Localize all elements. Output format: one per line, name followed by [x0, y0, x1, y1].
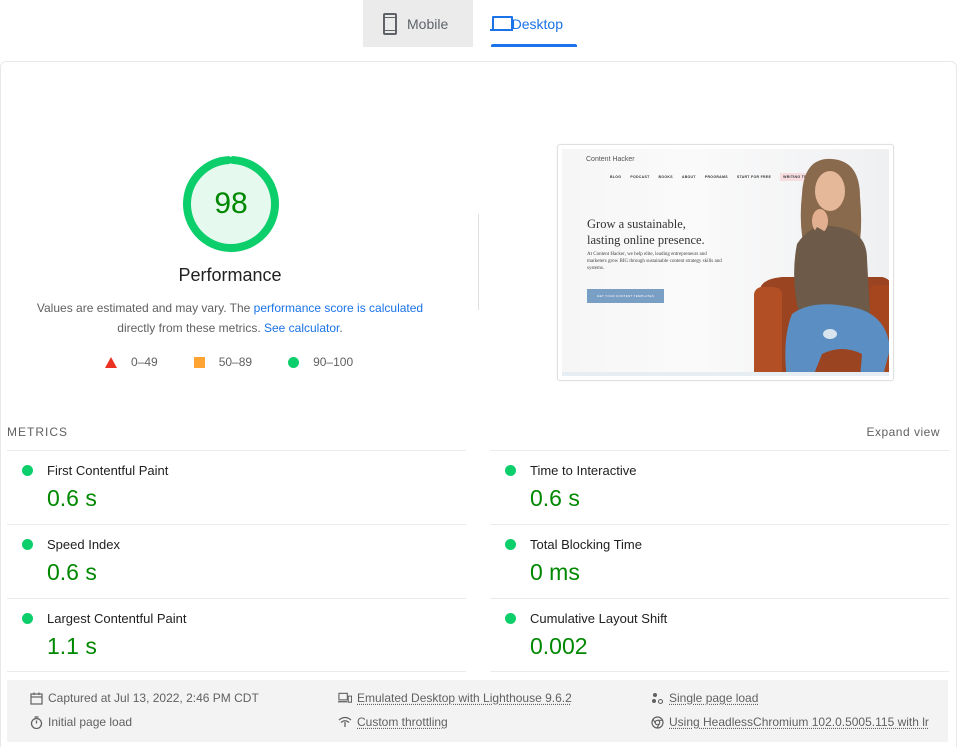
calendar-icon: [29, 691, 43, 705]
stopwatch-icon: [29, 715, 43, 729]
headline-line: lasting online presence.: [587, 233, 705, 247]
site-cta-button: GET YOUR CONTENT TEMPLATES: [587, 289, 664, 303]
gauge-score: 98: [214, 187, 248, 220]
square-icon: [193, 356, 205, 368]
initial-page-load: Initial page load: [29, 715, 132, 729]
mobile-icon: [383, 12, 397, 35]
site-paragraph: At Content Hacker, we help elite, leadin…: [587, 252, 722, 271]
site-nav-item: BLOG: [610, 175, 622, 179]
pass-circle-icon: [505, 465, 516, 476]
site-nav-item: ABOUT: [681, 175, 696, 179]
metric-value: 0.6 s: [530, 485, 580, 511]
face-shape: [815, 171, 845, 211]
pass-circle-icon: [22, 465, 33, 476]
runtime-settings: Captured at Jul 13, 2022, 2:46 PM CDT In…: [7, 680, 948, 742]
initial-load-text: Initial page load: [48, 715, 133, 729]
captured-at: Captured at Jul 13, 2022, 2:46 PM CDT: [29, 691, 259, 705]
metric-name: Largest Contentful Paint: [47, 611, 187, 626]
metric-first-contentful-paint: First Contentful Paint 0.6 s: [7, 450, 466, 524]
emulated-device: Emulated Desktop with Lighthouse 9.6.2: [338, 691, 572, 705]
pass-circle-icon: [22, 613, 33, 624]
tab-desktop-label: Desktop: [511, 15, 563, 32]
tab-mobile-label: Mobile: [407, 15, 449, 32]
legend-item-fail: 0–49: [105, 355, 158, 369]
desc-text-2: directly from these metrics.: [117, 321, 264, 335]
single-page-load-link[interactable]: Single page load: [669, 691, 758, 705]
metric-value: 0.002: [530, 633, 588, 659]
wifi-icon: [338, 715, 352, 729]
metric-name: Total Blocking Time: [530, 537, 642, 552]
metric-value: 0.6 s: [47, 485, 97, 511]
session-icon: [650, 691, 664, 705]
metric-name: Speed Index: [47, 537, 121, 552]
metrics-column-right: Time to Interactive 0.6 s Total Blocking…: [490, 450, 949, 672]
metric-name: Cumulative Layout Shift: [530, 611, 668, 626]
site-logo: Content Hacker: [586, 156, 635, 163]
captured-text: Captured at Jul 13, 2022, 2:46 PM CDT: [48, 691, 259, 705]
screenshot-bottom-bar: [562, 372, 889, 376]
legend-item-average: 50–89: [193, 355, 253, 369]
metric-value: 0 ms: [530, 559, 580, 585]
metric-value: 0.6 s: [47, 559, 97, 585]
desc-text: Values are estimated and may vary. The: [36, 301, 254, 315]
devices-icon: [338, 691, 352, 705]
network-throttling: Custom throttling: [338, 715, 448, 729]
single-page-load: Single page load: [650, 691, 758, 705]
chrome-icon: [650, 715, 664, 729]
tab-desktop[interactable]: Desktop: [473, 0, 581, 47]
legend-item-pass: 90–100: [288, 355, 353, 369]
desktop-icon: [490, 15, 513, 32]
metrics-header: METRICS: [7, 425, 68, 439]
hero-photo: [754, 158, 889, 376]
browser-version: Using HeadlessChromium 102.0.5005.115 wi…: [650, 715, 940, 729]
performance-gauge[interactable]: 98: [181, 154, 281, 254]
metrics-column-left: First Contentful Paint 0.6 s Speed Index…: [7, 450, 466, 672]
jeans-rip: [823, 329, 837, 339]
browser-version-link[interactable]: Using HeadlessChromium 102.0.5005.115 wi…: [669, 715, 929, 729]
metric-time-to-interactive: Time to Interactive 0.6 s: [490, 450, 949, 524]
score-legend: 0–49 50–89 90–100: [105, 355, 389, 369]
site-headline: Grow a sustainable, lasting online prese…: [587, 216, 705, 248]
site-nav-item: PODCAST: [630, 175, 650, 179]
metric-value: 1.1 s: [47, 633, 97, 659]
legend-range: 0–49: [131, 355, 158, 369]
expand-view-toggle[interactable]: Expand view: [866, 425, 940, 439]
metric-cumulative-layout-shift: Cumulative Layout Shift 0.002: [490, 598, 949, 672]
vertical-divider: [478, 214, 479, 310]
pass-circle-icon: [505, 539, 516, 550]
tab-mobile[interactable]: Mobile: [363, 0, 473, 47]
final-screenshot[interactable]: Content Hacker BLOG PODCAST BOOKS ABOUT …: [557, 144, 894, 381]
metric-largest-contentful-paint: Largest Contentful Paint 1.1 s: [7, 598, 466, 672]
chair-arm: [754, 287, 782, 376]
circle-icon: [288, 356, 300, 368]
see-calculator-link[interactable]: See calculator: [264, 321, 339, 335]
metric-name: First Contentful Paint: [47, 463, 169, 478]
pass-circle-icon: [505, 613, 516, 624]
legend-range: 90–100: [313, 355, 354, 369]
legend-range: 50–89: [218, 355, 253, 369]
site-nav-item: PROGRAMS: [704, 175, 728, 179]
score-description: Values are estimated and may vary. The p…: [30, 298, 430, 338]
pass-circle-icon: [22, 539, 33, 550]
screenshot-content: Content Hacker BLOG PODCAST BOOKS ABOUT …: [562, 149, 889, 376]
device-tabs: Mobile Desktop: [363, 0, 581, 47]
category-title: Performance: [178, 265, 282, 285]
metric-name: Time to Interactive: [530, 463, 637, 478]
desc-suffix: .: [339, 321, 343, 335]
metric-total-blocking-time: Total Blocking Time 0 ms: [490, 524, 949, 598]
metric-speed-index: Speed Index 0.6 s: [7, 524, 466, 598]
score-calculated-link[interactable]: performance score is calculated: [254, 301, 423, 315]
throttling-link[interactable]: Custom throttling: [357, 715, 448, 729]
headline-line: Grow a sustainable,: [587, 217, 686, 231]
emulated-device-link[interactable]: Emulated Desktop with Lighthouse 9.6.2: [357, 691, 572, 705]
triangle-icon: [105, 356, 117, 368]
site-nav-item: BOOKS: [658, 175, 673, 179]
